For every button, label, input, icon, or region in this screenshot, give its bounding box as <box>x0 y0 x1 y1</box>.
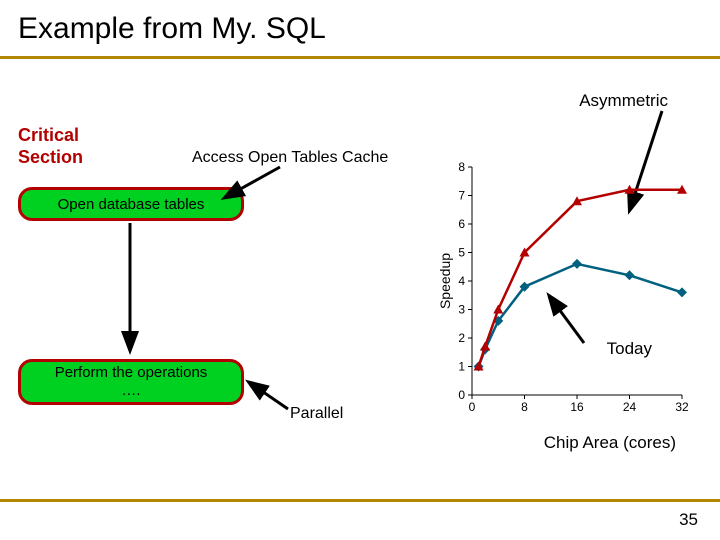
svg-text:8: 8 <box>521 400 528 414</box>
perform-ops-text: Perform the operations …. <box>55 364 208 400</box>
svg-text:4: 4 <box>458 274 465 288</box>
critical-section-line2: Section <box>18 147 83 167</box>
slide-title: Example from My. SQL <box>0 0 720 56</box>
arrow-access-to-box1-icon <box>210 163 290 203</box>
svg-text:1: 1 <box>458 360 465 374</box>
svg-text:32: 32 <box>675 400 689 414</box>
critical-section-line1: Critical <box>18 125 79 145</box>
svg-text:8: 8 <box>458 160 465 174</box>
divider-bottom <box>0 499 720 502</box>
page-number: 35 <box>679 510 698 530</box>
svg-text:2: 2 <box>458 331 465 345</box>
parallel-label: Parallel <box>290 405 343 423</box>
perform-ops-line1: Perform the operations <box>55 364 208 381</box>
svg-text:Speedup: Speedup <box>438 253 453 309</box>
svg-text:16: 16 <box>570 400 584 414</box>
today-label: Today <box>607 339 652 359</box>
perform-ops-box: Perform the operations …. <box>18 359 244 405</box>
arrow-today-icon <box>544 291 590 347</box>
speedup-chart: 0 1 2 3 4 5 6 7 8 0 8 16 24 32 Speedup <box>438 159 690 419</box>
svg-text:6: 6 <box>458 217 465 231</box>
svg-text:5: 5 <box>458 246 465 260</box>
arrow-parallel-to-box2-icon <box>244 377 290 413</box>
chart-xaxis-label: Chip Area (cores) <box>544 433 676 453</box>
critical-section-label: Critical Section <box>18 125 83 168</box>
svg-text:7: 7 <box>458 189 465 203</box>
chart-svg: 0 1 2 3 4 5 6 7 8 0 8 16 24 32 Speedup <box>438 159 690 419</box>
svg-text:24: 24 <box>623 400 637 414</box>
perform-ops-line2: …. <box>121 382 140 399</box>
svg-text:3: 3 <box>458 303 465 317</box>
arrow-box1-to-box2-icon <box>120 221 140 359</box>
asymmetric-label: Asymmetric <box>579 91 668 111</box>
svg-text:0: 0 <box>458 388 465 402</box>
svg-text:0: 0 <box>469 400 476 414</box>
open-db-tables-text: Open database tables <box>58 196 205 213</box>
content-area: Asymmetric Critical Section Access Open … <box>0 59 720 479</box>
